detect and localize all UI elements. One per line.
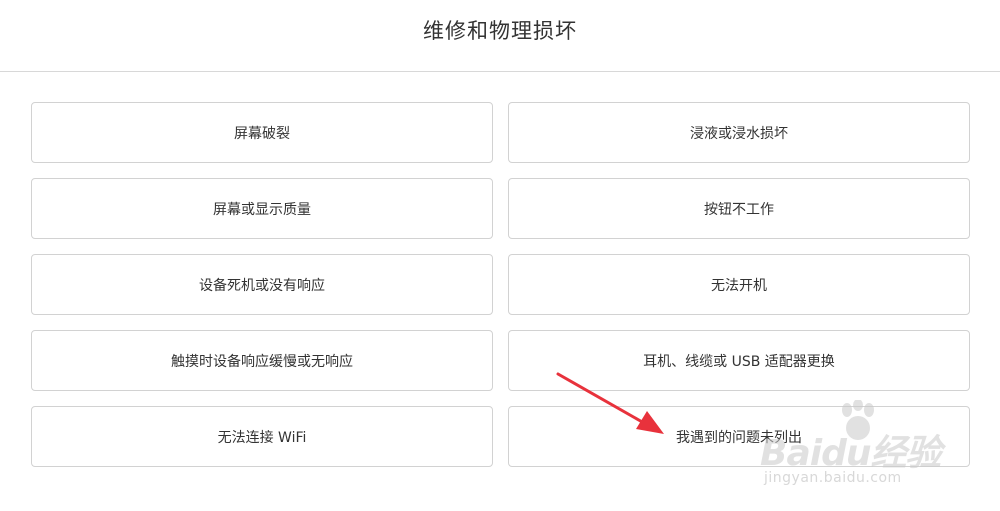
page-title: 维修和物理损坏	[423, 18, 577, 43]
option-issue-not-listed[interactable]: 我遇到的问题未列出	[508, 406, 970, 467]
option-screen-display-quality[interactable]: 屏幕或显示质量	[31, 178, 493, 239]
option-liquid-damage[interactable]: 浸液或浸水损坏	[508, 102, 970, 163]
header: 维修和物理损坏	[0, 0, 1000, 72]
option-screen-cracked[interactable]: 屏幕破裂	[31, 102, 493, 163]
option-accessory-replacement[interactable]: 耳机、线缆或 USB 适配器更换	[508, 330, 970, 391]
option-cannot-power-on[interactable]: 无法开机	[508, 254, 970, 315]
page: 维修和物理损坏 屏幕破裂 浸液或浸水损坏 屏幕或显示质量 按钮不工作 设备死机或…	[0, 0, 1000, 511]
watermark-url: jingyan.baidu.com	[764, 470, 902, 486]
issue-options-grid: 屏幕破裂 浸液或浸水损坏 屏幕或显示质量 按钮不工作 设备死机或没有响应 无法开…	[31, 102, 970, 467]
option-buttons-not-working[interactable]: 按钮不工作	[508, 178, 970, 239]
option-touch-slow[interactable]: 触摸时设备响应缓慢或无响应	[31, 330, 493, 391]
option-device-frozen[interactable]: 设备死机或没有响应	[31, 254, 493, 315]
option-cannot-connect-wifi[interactable]: 无法连接 WiFi	[31, 406, 493, 467]
